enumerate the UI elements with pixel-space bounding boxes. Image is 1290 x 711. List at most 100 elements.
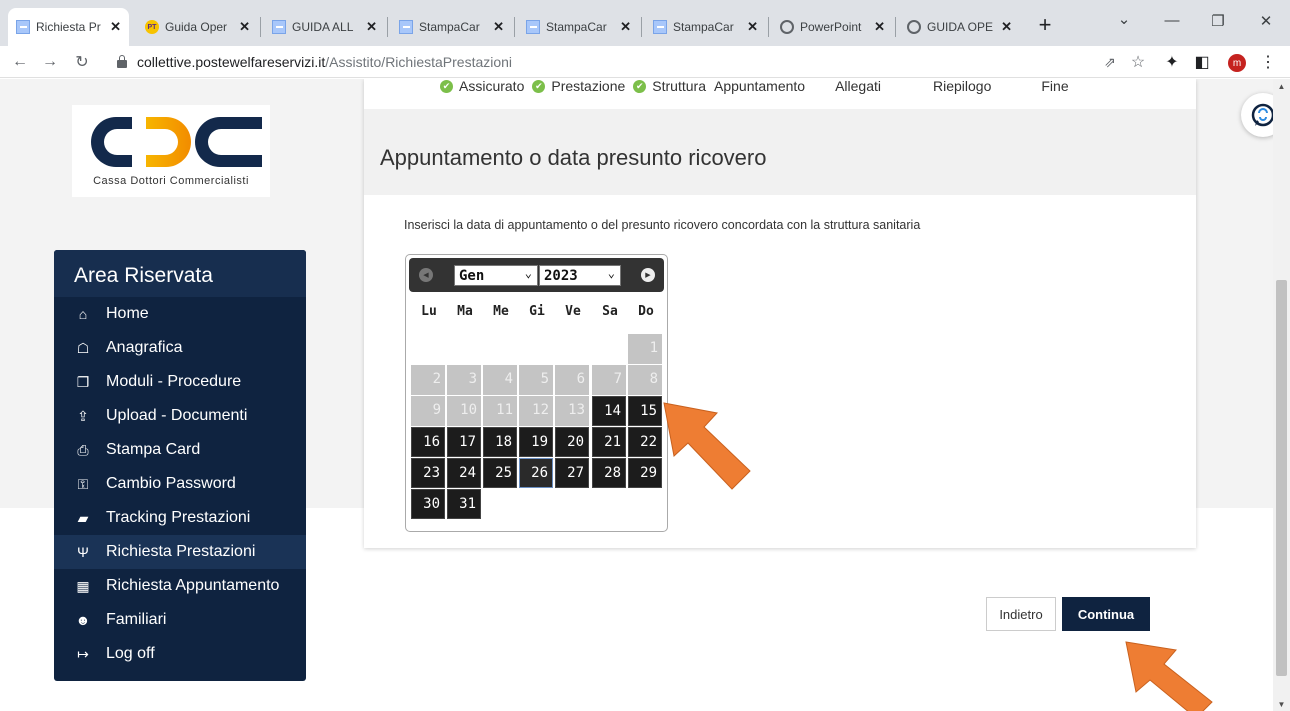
calendar-day: 4 xyxy=(483,365,517,395)
sidebar-item-richiesta-prestazioni[interactable]: Ψ Richiesta Prestazioni xyxy=(54,535,306,569)
sidebar-item-label: Tracking Prestazioni xyxy=(106,509,251,526)
calendar-day[interactable]: 16 xyxy=(411,427,445,457)
cdc-logo-mark xyxy=(91,117,262,167)
sidebar-item-label: Upload - Documenti xyxy=(106,407,248,424)
browser-menu-icon[interactable]: ⋮ xyxy=(1256,50,1280,74)
calendar-day[interactable]: 25 xyxy=(483,458,517,488)
sidebar-item-moduli-procedure[interactable]: ❐ Moduli - Procedure xyxy=(54,365,306,399)
calendar-day[interactable]: 17 xyxy=(447,427,481,457)
back-arrow-icon[interactable]: ← xyxy=(8,50,32,74)
continue-button[interactable]: Continua xyxy=(1062,597,1150,631)
calendar-day[interactable]: 30 xyxy=(411,489,445,519)
close-window-button[interactable]: ✕ xyxy=(1252,12,1280,30)
weekday-header: Ma xyxy=(457,304,473,319)
browser-tab[interactable]: GUIDA OPE ✕ xyxy=(899,8,1020,46)
side-panel-icon[interactable]: ◧ xyxy=(1190,50,1214,74)
month-select[interactable]: Gen ⌄ xyxy=(454,265,538,286)
calendar-day[interactable]: 22 xyxy=(628,427,662,457)
browser-tab[interactable]: GUIDA ALL ✕ xyxy=(264,8,385,46)
doc-icon xyxy=(16,20,30,34)
calendar-day[interactable]: 21 xyxy=(592,427,626,457)
print-icon: ⎙ xyxy=(77,441,89,458)
scroll-up-icon[interactable]: ▲ xyxy=(1276,82,1287,91)
browser-tab[interactable]: PT Guida Oper ✕ xyxy=(137,8,258,46)
tab-close-icon[interactable]: ✕ xyxy=(366,19,377,35)
browser-tab[interactable]: StampaCar ✕ xyxy=(518,8,639,46)
sidebar-item-cambio-password[interactable]: ⚿ Cambio Password xyxy=(54,467,306,501)
calendar-day[interactable]: 27 xyxy=(555,458,589,488)
calendar-day[interactable]: 15 xyxy=(628,396,662,426)
forward-arrow-icon[interactable]: → xyxy=(38,50,62,74)
scroll-down-icon[interactable]: ▼ xyxy=(1276,700,1287,709)
url-path: /Assistito/RichiestaPrestazioni xyxy=(325,54,513,70)
tab-close-icon[interactable]: ✕ xyxy=(620,19,631,35)
sidebar-item-label: Home xyxy=(106,305,149,322)
prev-month-icon[interactable]: ◀ xyxy=(419,268,433,282)
weekday-header: Me xyxy=(493,304,509,319)
address-bar[interactable]: collettive.postewelfareservizi.it/Assist… xyxy=(117,49,1157,75)
tab-close-icon[interactable]: ✕ xyxy=(239,19,250,35)
minimize-button[interactable]: — xyxy=(1158,12,1186,29)
logo-subtitle: Cassa Dottori Commercialisti xyxy=(93,175,249,187)
reload-icon[interactable]: ↻ xyxy=(70,50,94,74)
sidebar-item-label: Richiesta Prestazioni xyxy=(106,543,256,560)
year-select[interactable]: 2023 ⌄ xyxy=(539,265,621,286)
sidebar-item-log-off[interactable]: ↦ Log off xyxy=(54,637,306,671)
calendar-day[interactable]: 14 xyxy=(592,396,626,426)
calendar-day[interactable]: 23 xyxy=(411,458,445,488)
profile-avatar[interactable]: m xyxy=(1228,54,1246,72)
calendar-day[interactable]: 20 xyxy=(555,427,589,457)
calendar-day[interactable]: 31 xyxy=(447,489,481,519)
sidebar-item-label: Familiari xyxy=(106,611,167,628)
tab-close-icon[interactable]: ✕ xyxy=(747,19,758,35)
calendar-day[interactable]: 29 xyxy=(628,458,662,488)
pt-icon: PT xyxy=(145,20,159,34)
sidebar-item-home[interactable]: ⌂ Home xyxy=(54,297,306,331)
sidebar-item-label: Anagrafica xyxy=(106,339,183,356)
browser-tab[interactable]: Richiesta Pr ✕ xyxy=(8,8,129,46)
tab-close-icon[interactable]: ✕ xyxy=(1001,19,1012,35)
calendar-day-selected[interactable]: 26 xyxy=(519,458,553,488)
calendar-day: 7 xyxy=(592,365,626,395)
sidebar-item-stampa-card[interactable]: ⎙ Stampa Card xyxy=(54,433,306,467)
sidebar-item-richiesta-appuntamento[interactable]: ▦ Richiesta Appuntamento xyxy=(54,569,306,603)
sidebar-item-anagrafica[interactable]: ☖ Anagrafica xyxy=(54,331,306,365)
date-instruction: Inserisci la data di appuntamento o del … xyxy=(404,218,921,232)
sidebar-item-label: Moduli - Procedure xyxy=(106,373,242,390)
browser-tab-strip: Richiesta Pr ✕ PT Guida Oper ✕ GUIDA ALL ✕ Stam… xyxy=(0,0,1290,46)
calendar-day[interactable]: 19 xyxy=(519,427,553,457)
scrollbar-thumb[interactable] xyxy=(1276,280,1287,676)
annotation-arrow-continue xyxy=(1125,641,1213,711)
restore-button[interactable]: ❐ xyxy=(1204,12,1232,30)
check-icon: ✔ xyxy=(633,79,647,93)
back-button[interactable]: Indietro xyxy=(986,597,1056,631)
calendar-day[interactable]: 24 xyxy=(447,458,481,488)
doc-icon xyxy=(399,20,413,34)
calendar-day[interactable]: 18 xyxy=(483,427,517,457)
calendar-day: 1 xyxy=(628,334,662,364)
bookmark-star-icon[interactable]: ☆ xyxy=(1126,50,1150,74)
sidebar-item-familiari[interactable]: ☻ Familiari xyxy=(54,603,306,637)
copy-icon: ❐ xyxy=(76,373,90,390)
browser-tab[interactable]: PowerPoint ✕ xyxy=(772,8,893,46)
sidebar-item-upload-documenti[interactable]: ⇪ Upload - Documenti xyxy=(54,399,306,433)
weekday-header: Ve xyxy=(565,304,581,319)
tab-search-icon[interactable]: ⌄ xyxy=(1110,10,1138,28)
calendar-day[interactable]: 28 xyxy=(592,458,626,488)
lock-icon xyxy=(117,55,127,68)
next-month-icon[interactable]: ▶ xyxy=(641,268,655,282)
browser-tab[interactable]: StampaCar ✕ xyxy=(391,8,512,46)
browser-tab[interactable]: StampaCar ✕ xyxy=(645,8,766,46)
extensions-puzzle-icon[interactable]: ✦ xyxy=(1160,50,1184,74)
tab-close-icon[interactable]: ✕ xyxy=(110,19,121,35)
share-icon[interactable]: ⇗ xyxy=(1098,50,1122,74)
tab-close-icon[interactable]: ✕ xyxy=(493,19,504,35)
tab-separator xyxy=(895,17,896,37)
tab-close-icon[interactable]: ✕ xyxy=(874,19,885,35)
sidebar-item-tracking-prestazioni[interactable]: ▰ Tracking Prestazioni xyxy=(54,501,306,535)
datepicker: ◀ Gen ⌄ 2023 ⌄ ▶ Lu Ma Me Gi Ve Sa Do 1234567891… xyxy=(405,254,668,532)
datepicker-header: ◀ Gen ⌄ 2023 ⌄ ▶ xyxy=(409,258,664,292)
new-tab-button[interactable]: + xyxy=(1033,12,1057,38)
tab-separator xyxy=(260,17,261,37)
step-done: ✔ Assicurato xyxy=(440,79,524,94)
